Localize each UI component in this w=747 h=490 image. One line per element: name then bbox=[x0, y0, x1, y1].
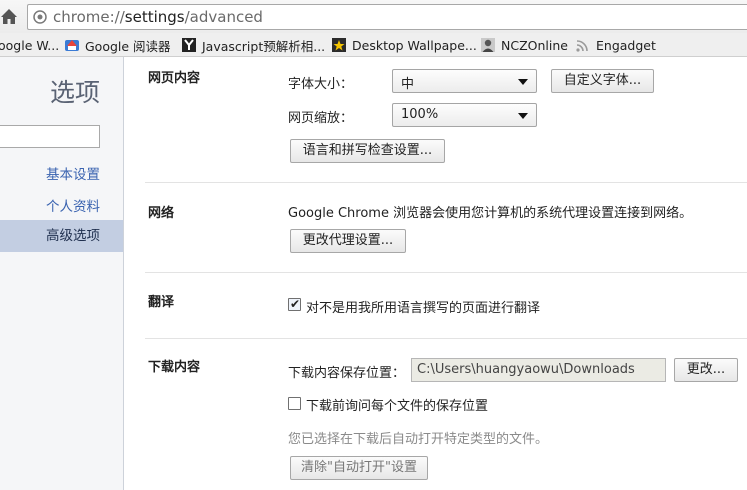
url-host: settings bbox=[124, 8, 185, 26]
settings-sidebar: 选项 基本设置 个人资料 高级选项 bbox=[0, 57, 124, 490]
section-divider bbox=[145, 272, 747, 273]
bookmark-google-reader[interactable]: Google 阅读器 bbox=[64, 36, 171, 54]
ask-save-location-label[interactable]: 下载前询问每个文件的保存位置 bbox=[306, 395, 488, 414]
checkmark-icon: ✔ bbox=[290, 297, 301, 311]
rss-icon bbox=[575, 37, 591, 53]
page-zoom-select[interactable]: 100% bbox=[392, 103, 537, 127]
sidebar-item-advanced[interactable]: 高级选项 bbox=[0, 220, 123, 252]
settings-main: 网页内容 字体大小： 中 自定义字体... 网页缩放： 100% 语言和拼写检查… bbox=[125, 57, 747, 490]
section-title-web-content: 网页内容 bbox=[148, 71, 201, 86]
section-title-translate: 翻译 bbox=[148, 295, 175, 310]
sidebar-title: 选项 bbox=[49, 78, 100, 107]
bookmarks-bar: oogle W... Google 阅读器 Javascript预解析相... bbox=[0, 33, 747, 57]
bookmark-label: Engadget bbox=[596, 37, 656, 53]
bookmark-label: NCZOnline bbox=[501, 37, 568, 53]
url-scheme: chrome:// bbox=[53, 8, 125, 26]
language-settings-button[interactable]: 语言和拼写检查设置... bbox=[290, 139, 445, 163]
auto-open-note: 您已选择在下载后自动打开特定类型的文件。 bbox=[288, 432, 549, 447]
bookmark-nczonline[interactable]: NCZOnline bbox=[480, 36, 568, 54]
section-title-network: 网络 bbox=[148, 206, 175, 221]
address-bar[interactable]: chrome://settings/advanced bbox=[27, 4, 747, 30]
sidebar-item-basics[interactable]: 基本设置 bbox=[46, 163, 100, 183]
ask-save-location-checkbox[interactable] bbox=[288, 397, 301, 410]
custom-fonts-button[interactable]: 自定义字体... bbox=[551, 69, 654, 93]
browser-toolbar: chrome://settings/advanced bbox=[0, 0, 747, 33]
translate-checkbox[interactable]: ✔ bbox=[288, 297, 301, 311]
avatar-icon bbox=[480, 37, 496, 53]
download-location-label: 下载内容保存位置： bbox=[288, 366, 406, 381]
font-size-select[interactable]: 中 bbox=[392, 69, 537, 93]
clear-auto-open-button[interactable]: 清除"自动打开"设置 bbox=[290, 456, 428, 480]
bookmark-label: Javascript预解析相... bbox=[202, 38, 326, 54]
google-reader-icon bbox=[64, 37, 80, 53]
section-divider bbox=[145, 338, 747, 339]
y-icon bbox=[181, 37, 197, 53]
change-download-location-button[interactable]: 更改... bbox=[674, 358, 738, 382]
network-description: Google Chrome 浏览器会使用您计算机的系统代理设置连接到网络。 bbox=[288, 206, 693, 221]
chevron-down-icon bbox=[518, 79, 528, 85]
bookmark-javascript[interactable]: Javascript预解析相... bbox=[181, 36, 325, 54]
chrome-page-icon bbox=[33, 10, 47, 24]
bookmark-google-web[interactable]: oogle W... bbox=[0, 36, 59, 54]
chevron-down-icon bbox=[518, 113, 528, 119]
translate-checkbox-label[interactable]: 对不是用我所用语言撰写的页面进行翻译 bbox=[306, 297, 540, 316]
font-size-value: 中 bbox=[401, 77, 415, 92]
home-icon[interactable] bbox=[0, 6, 18, 26]
settings-search-input[interactable] bbox=[0, 125, 100, 148]
bookmark-desktop-wallpaper[interactable]: Desktop Wallpape... bbox=[331, 36, 477, 54]
url-text: chrome://settings/advanced bbox=[53, 8, 263, 26]
section-divider bbox=[145, 182, 747, 183]
bookmark-label: Google 阅读器 bbox=[85, 38, 171, 54]
section-title-downloads: 下载内容 bbox=[148, 360, 201, 375]
star-icon bbox=[331, 37, 347, 53]
bookmark-engadget[interactable]: Engadget bbox=[575, 36, 656, 54]
bookmark-label: oogle W... bbox=[0, 37, 60, 53]
zoom-label: 网页缩放： bbox=[288, 111, 354, 126]
change-proxy-button[interactable]: 更改代理设置... bbox=[290, 229, 406, 253]
zoom-value: 100% bbox=[401, 107, 439, 122]
url-path: /advanced bbox=[184, 8, 263, 26]
bookmark-label: Desktop Wallpape... bbox=[352, 37, 477, 53]
font-size-label: 字体大小： bbox=[288, 77, 354, 92]
download-location-field[interactable]: C:\Users\huangyaowu\Downloads bbox=[411, 358, 666, 382]
sidebar-item-personal[interactable]: 个人资料 bbox=[46, 195, 100, 215]
